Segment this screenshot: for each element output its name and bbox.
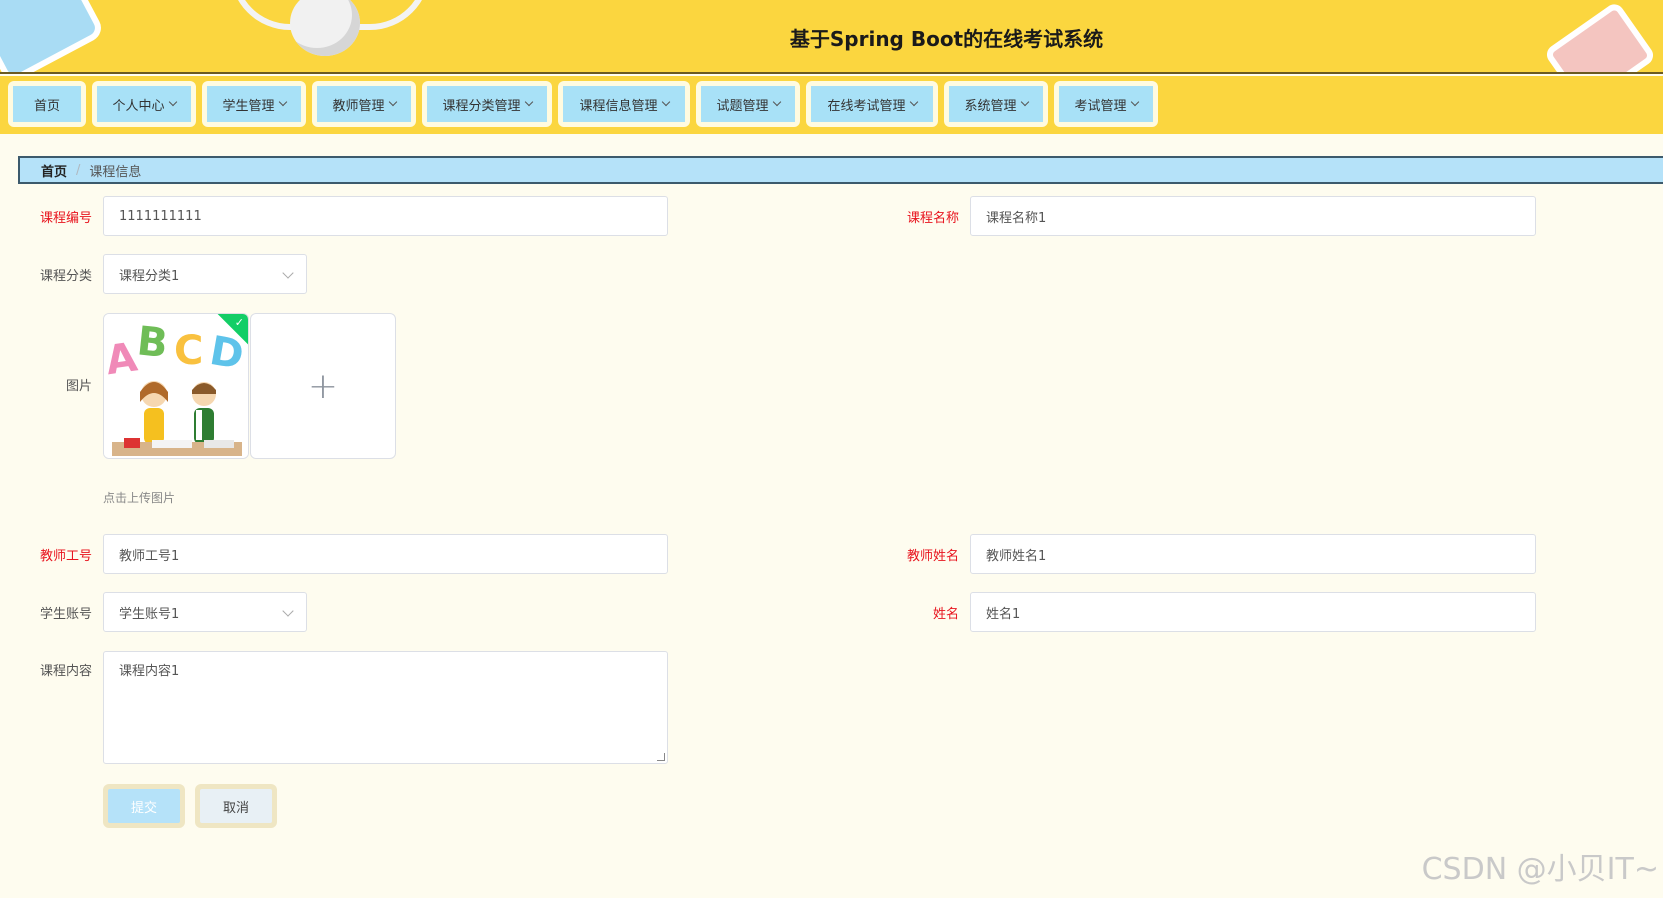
nav-item-course-info[interactable]: 课程信息管理 — [558, 81, 690, 127]
student-account-label: 学生账号 — [39, 607, 92, 622]
chevron-down-icon — [282, 267, 294, 279]
chevron-down-icon — [909, 97, 918, 107]
student-name-input[interactable]: 姓名1 — [970, 592, 1536, 632]
nav-item-label: 课程信息管理 — [579, 98, 658, 114]
image-label: 图片 — [65, 379, 92, 394]
breadcrumb-current: 课程信息 — [89, 164, 142, 180]
chevron-down-icon — [388, 97, 397, 107]
chevron-down-icon — [168, 97, 177, 107]
chevron-down-icon — [282, 605, 294, 617]
teacher-name-input[interactable]: 教师姓名1 — [970, 534, 1536, 574]
nav-item-home[interactable]: 首页 — [8, 81, 86, 127]
chevron-down-icon — [661, 97, 670, 107]
nav-item-online-exams[interactable]: 在线考试管理 — [806, 81, 938, 127]
nav-item-system[interactable]: 系统管理 — [944, 81, 1048, 127]
abc-kids-image: A B C D — [104, 314, 248, 458]
course-category-select[interactable]: 课程分类1 — [103, 254, 307, 294]
nav-item-label: 教师管理 — [332, 98, 385, 114]
nav-item-label: 学生管理 — [222, 98, 275, 114]
submit-button-wrap: 提交 — [103, 784, 185, 828]
nav-item-label: 考试管理 — [1074, 98, 1127, 114]
resize-handle-icon[interactable] — [657, 753, 665, 761]
uploaded-image-thumbnail[interactable]: A B C D ✓ — [103, 313, 249, 459]
course-content-value: 课程内容1 — [119, 664, 180, 679]
nav-item-label: 首页 — [33, 98, 60, 114]
course-content-label: 课程内容 — [39, 664, 92, 679]
nav-item-label: 试题管理 — [716, 98, 769, 114]
site-header: 基于Spring Boot的在线考试系统 — [0, 0, 1663, 74]
course-category-label: 课程分类 — [39, 269, 92, 284]
teacher-no-label: 教师工号 — [39, 549, 92, 564]
nav-item-label: 在线考试管理 — [827, 98, 906, 114]
nav-item-teachers[interactable]: 教师管理 — [312, 81, 416, 127]
chevron-down-icon — [772, 97, 781, 107]
nav-item-label: 系统管理 — [964, 98, 1017, 114]
chevron-down-icon — [1130, 97, 1139, 107]
svg-text:B: B — [135, 318, 170, 367]
course-no-value: 1111111111 — [119, 208, 202, 224]
cancel-button[interactable]: 取消 — [200, 789, 272, 823]
nav-item-questions[interactable]: 试题管理 — [696, 81, 800, 127]
student-name-label: 姓名 — [932, 607, 959, 622]
breadcrumb-home[interactable]: 首页 — [41, 161, 67, 180]
submit-button[interactable]: 提交 — [108, 789, 180, 823]
course-no-input[interactable]: 1111111111 — [103, 196, 668, 236]
chevron-down-icon — [278, 97, 287, 107]
image-upload-button[interactable]: + — [250, 313, 396, 459]
nav-item-label: 个人中心 — [112, 98, 165, 114]
course-category-value: 课程分类1 — [119, 268, 180, 284]
chevron-down-icon — [1020, 97, 1029, 107]
nav-item-students[interactable]: 学生管理 — [202, 81, 306, 127]
main-nav: 首页 个人中心 学生管理 教师管理 课程分类管理 课程信息管理 试题管理 在线考… — [0, 76, 1663, 134]
cancel-button-wrap: 取消 — [195, 784, 277, 828]
student-name-value: 姓名1 — [986, 606, 1021, 622]
chevron-down-icon — [524, 97, 533, 107]
course-name-value: 课程名称1 — [986, 210, 1047, 226]
student-account-value: 学生账号1 — [119, 606, 180, 622]
nav-item-profile[interactable]: 个人中心 — [92, 81, 196, 127]
site-title: 基于Spring Boot的在线考试系统 — [789, 27, 1104, 51]
watermark: CSDN @小贝IT~ — [1421, 852, 1659, 887]
upload-hint: 点击上传图片 — [103, 491, 176, 505]
breadcrumb-separator: / — [76, 162, 81, 178]
course-name-input[interactable]: 课程名称1 — [970, 196, 1536, 236]
teacher-no-input[interactable]: 教师工号1 — [103, 534, 668, 574]
course-content-textarea[interactable]: 课程内容1 — [103, 651, 668, 764]
teacher-no-value: 教师工号1 — [119, 548, 180, 564]
nav-item-course-categories[interactable]: 课程分类管理 — [422, 81, 552, 127]
breadcrumb: 首页 / 课程信息 — [18, 156, 1663, 184]
teacher-name-label: 教师姓名 — [906, 549, 959, 564]
teacher-name-value: 教师姓名1 — [986, 548, 1047, 564]
plus-icon: + — [307, 365, 339, 407]
svg-text:C: C — [174, 328, 203, 374]
course-name-label: 课程名称 — [906, 211, 959, 226]
course-no-label: 课程编号 — [39, 211, 92, 226]
nav-item-exams[interactable]: 考试管理 — [1054, 81, 1158, 127]
check-icon: ✓ — [234, 316, 244, 329]
student-account-select[interactable]: 学生账号1 — [103, 592, 307, 632]
nav-item-label: 课程分类管理 — [442, 98, 521, 114]
